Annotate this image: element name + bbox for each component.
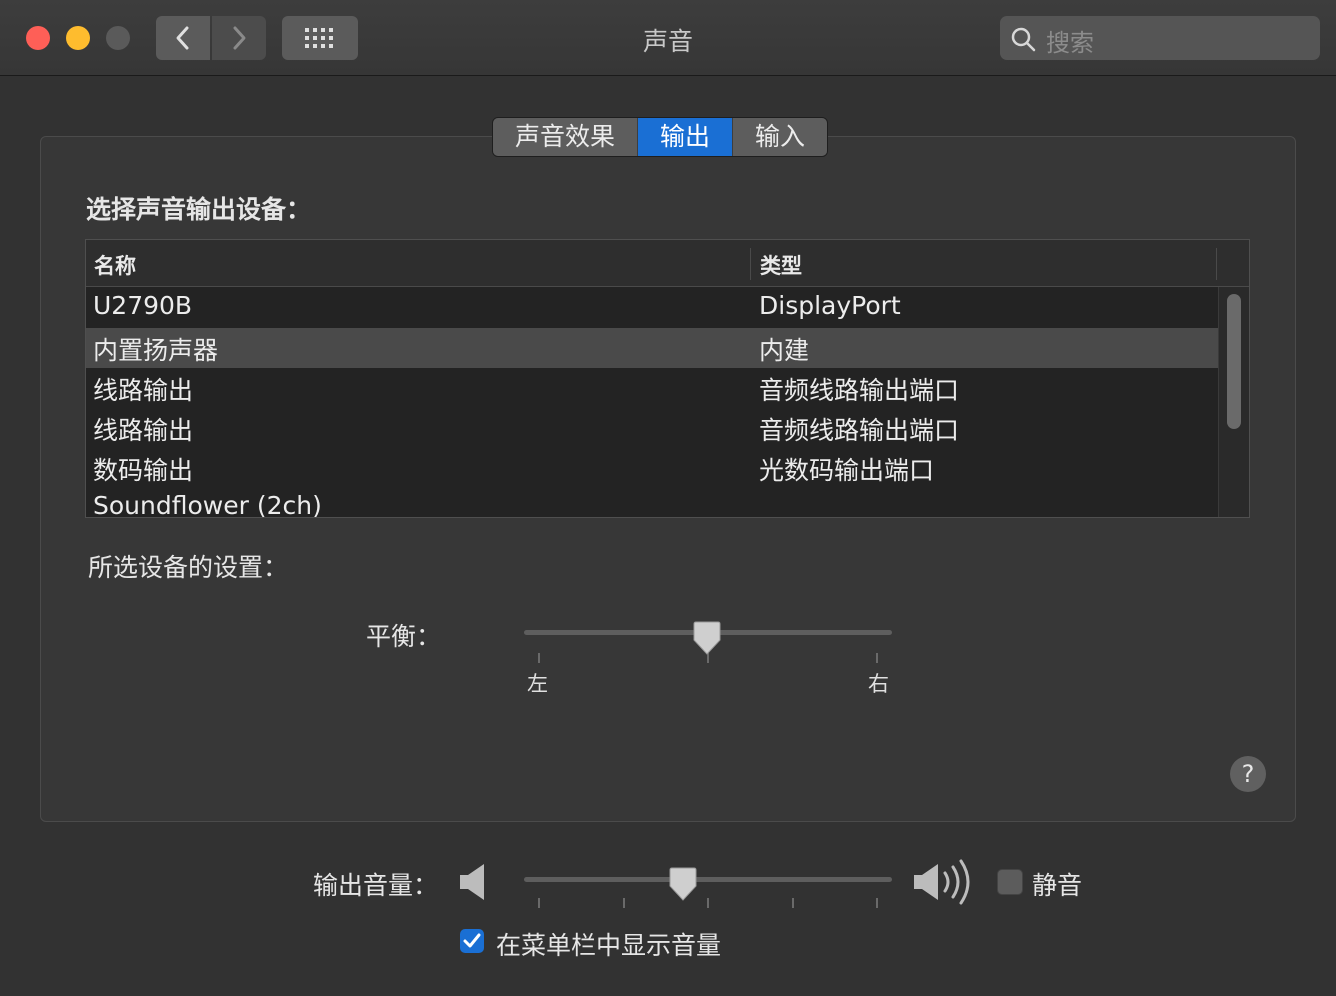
tab-bar: 声音效果 输出 输入: [492, 117, 829, 157]
balance-label: 平衡：: [366, 622, 442, 651]
column-header-name[interactable]: 名称: [94, 250, 136, 280]
balance-left-label: 左: [527, 672, 548, 696]
search-placeholder: 搜索: [1046, 29, 1094, 57]
tick-mark: [876, 898, 878, 908]
column-divider: [750, 248, 751, 280]
search-icon: [1011, 27, 1036, 52]
show-volume-in-menubar-label: 在菜单栏中显示音量: [496, 931, 722, 960]
balance-slider[interactable]: [524, 612, 892, 672]
choose-device-label: 选择声音输出设备：: [86, 195, 312, 224]
title-bar: 声音 搜索: [0, 0, 1336, 76]
table-row[interactable]: 数码输出 光数码输出端口: [86, 448, 1219, 488]
tick-mark: [876, 653, 878, 663]
tick-mark: [707, 898, 709, 908]
speaker-low-icon[interactable]: [458, 862, 490, 902]
balance-right-label: 右: [868, 672, 889, 696]
help-button[interactable]: ?: [1230, 756, 1266, 792]
device-type: DisplayPort: [759, 291, 901, 320]
device-table: 名称 类型 U2790B DisplayPort 内置扬声器 内建 线路输出 音…: [85, 239, 1250, 518]
checkmark-icon: [463, 933, 481, 948]
table-header: 名称 类型: [86, 240, 1249, 287]
table-row[interactable]: 线路输出 音频线路输出端口: [86, 408, 1219, 448]
tick-mark: [538, 653, 540, 663]
device-type: 音频线路输出端口: [759, 416, 960, 445]
device-name: 线路输出: [93, 416, 194, 445]
tick-mark: [538, 898, 540, 908]
volume-slider-knob[interactable]: [668, 866, 698, 902]
selected-device-settings-label: 所选设备的设置：: [88, 553, 289, 582]
scrollbar[interactable]: [1218, 287, 1249, 517]
table-row[interactable]: U2790B DisplayPort: [86, 288, 1219, 328]
output-volume-label: 输出音量：: [313, 871, 439, 900]
search-field[interactable]: 搜索: [1000, 16, 1320, 60]
device-name: 线路输出: [93, 376, 194, 405]
tab-output[interactable]: 输出: [638, 118, 734, 156]
column-divider: [1216, 248, 1217, 280]
tick-mark: [792, 898, 794, 908]
device-name: 数码输出: [93, 456, 194, 485]
output-volume-slider[interactable]: [524, 860, 892, 912]
tick-mark: [623, 898, 625, 908]
speaker-high-icon[interactable]: [912, 856, 980, 908]
table-row-selected[interactable]: 内置扬声器 内建: [86, 328, 1219, 368]
column-header-type[interactable]: 类型: [760, 250, 802, 280]
device-name: 内置扬声器: [93, 336, 219, 365]
device-type: 内建: [759, 336, 810, 365]
table-row[interactable]: 线路输出 音频线路输出端口: [86, 368, 1219, 408]
tab-sound-effects[interactable]: 声音效果: [493, 118, 639, 156]
show-volume-in-menubar-checkbox[interactable]: [460, 929, 484, 953]
device-name: U2790B: [93, 291, 193, 320]
scrollbar-thumb[interactable]: [1227, 294, 1241, 429]
balance-slider-knob[interactable]: [692, 620, 722, 656]
device-type: 光数码输出端口: [759, 456, 935, 485]
device-name: Soundflower (2ch): [93, 491, 322, 518]
tab-input[interactable]: 输入: [733, 118, 828, 156]
volume-track: [524, 877, 892, 882]
device-type: 音频线路输出端口: [759, 376, 960, 405]
table-row[interactable]: Soundflower (2ch): [86, 488, 1219, 518]
mute-label: 静音: [1032, 871, 1083, 900]
mute-checkbox[interactable]: [997, 869, 1023, 895]
